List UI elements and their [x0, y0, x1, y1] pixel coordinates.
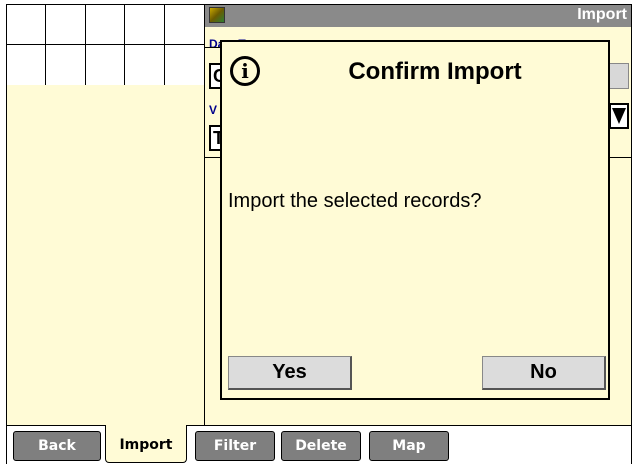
dropdown-button[interactable]	[609, 103, 629, 129]
grid-cell[interactable]	[85, 5, 126, 45]
grid-cell[interactable]	[46, 45, 86, 85]
page-title: Import	[577, 6, 627, 23]
grid-cell[interactable]	[7, 5, 47, 45]
second-field-label: V	[209, 103, 218, 117]
title-bar: Import	[205, 5, 631, 27]
yes-button[interactable]: Yes	[228, 356, 352, 390]
grid-cell[interactable]	[125, 45, 165, 85]
tab-bar: Back Import Filter Delete Map	[7, 425, 631, 464]
grid-cell[interactable]	[164, 5, 204, 45]
grid-cell[interactable]	[125, 5, 165, 45]
record-grid	[7, 5, 205, 86]
no-button[interactable]: No	[482, 356, 606, 390]
tab-delete[interactable]: Delete	[281, 431, 361, 461]
grid-cell[interactable]	[7, 45, 47, 85]
app-logo-icon	[209, 7, 225, 23]
tab-back[interactable]: Back	[13, 431, 101, 461]
left-pane	[7, 85, 205, 425]
grid-cell[interactable]	[165, 45, 204, 85]
confirm-dialog: i Confirm Import Import the selected rec…	[220, 40, 610, 400]
chevron-down-icon	[612, 108, 626, 124]
tab-filter[interactable]: Filter	[195, 431, 275, 461]
data-type-button[interactable]	[607, 63, 629, 89]
dialog-message: Import the selected records?	[228, 190, 482, 212]
tab-map[interactable]: Map	[369, 431, 449, 461]
dialog-title: Confirm Import	[348, 58, 522, 85]
tab-import[interactable]: Import	[105, 425, 187, 463]
grid-cell[interactable]	[46, 5, 86, 45]
grid-cell[interactable]	[86, 45, 126, 85]
